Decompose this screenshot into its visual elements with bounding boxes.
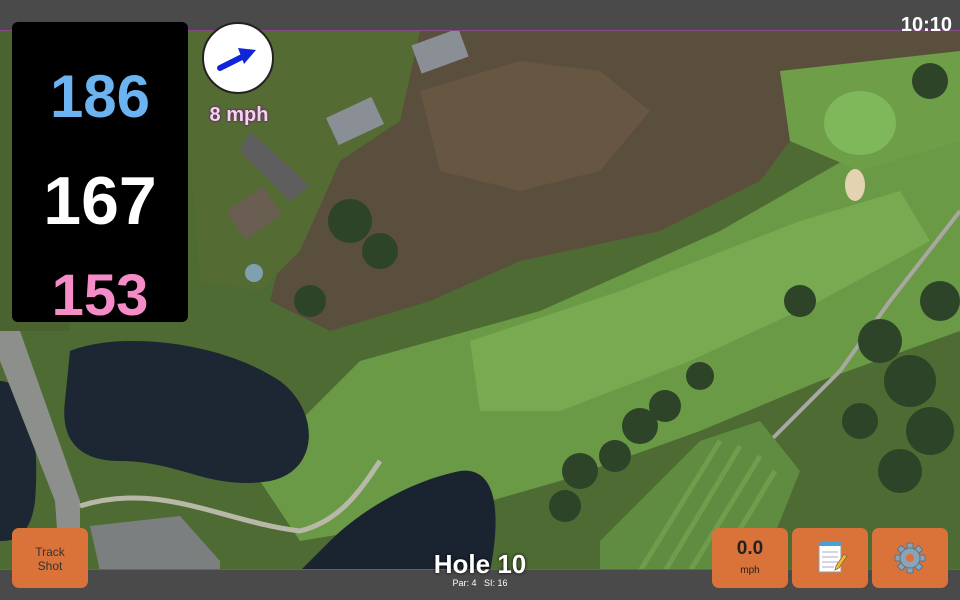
hole-par: Par: 4 <box>452 578 477 588</box>
settings-button[interactable] <box>872 528 948 588</box>
hole-title: Hole 10 <box>433 549 527 579</box>
wind-speed: 8 mph <box>209 104 269 126</box>
hole-info: Par: 4 SI: 16 <box>420 578 540 588</box>
speed-unit: mph <box>740 565 760 576</box>
notepad-icon <box>818 542 848 573</box>
back-yardage: 186 <box>49 63 151 130</box>
track-shot-button[interactable]: Track Shot <box>12 528 88 588</box>
notes-button[interactable] <box>792 528 868 588</box>
wind-indicator <box>202 22 274 94</box>
clock: 10:10 <box>900 14 952 36</box>
front-yardage: 153 <box>51 263 149 328</box>
track-shot-label-line2: Shot <box>37 559 63 573</box>
hole-stroke-index: SI: 16 <box>484 578 508 588</box>
speed-button[interactable]: 0.0 mph <box>712 528 788 588</box>
speed-value: 0.0 <box>736 538 764 559</box>
middle-yardage: 167 <box>43 163 157 239</box>
track-shot-label-line1: Track <box>35 545 65 559</box>
gear-icon <box>894 542 926 574</box>
wind-arrow-icon <box>217 48 256 71</box>
yardage-panel: 186 167 153 <box>12 22 188 328</box>
